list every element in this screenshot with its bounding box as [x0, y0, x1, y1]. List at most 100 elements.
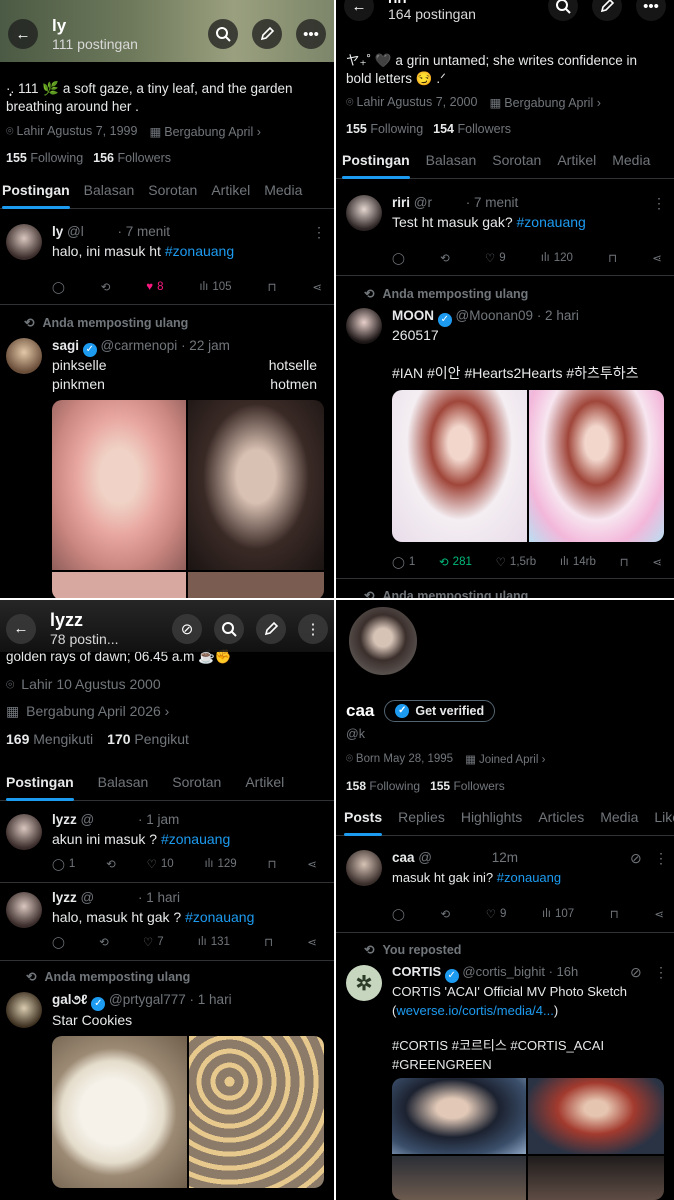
- more-button[interactable]: •••: [636, 0, 666, 21]
- search-button[interactable]: [214, 613, 244, 644]
- get-verified-button[interactable]: ✓ Get verified: [384, 700, 496, 722]
- author-handle[interactable]: @r: [414, 195, 432, 210]
- like-button[interactable]: ♡ 7: [143, 935, 164, 949]
- grok-button[interactable]: ⊘: [172, 613, 202, 644]
- hashtag-links[interactable]: #CORTIS #코르티스 #CORTIS_ACAI #GREENGREEN: [392, 1036, 604, 1074]
- media-image[interactable]: [189, 1036, 324, 1188]
- author-name[interactable]: lyzz: [52, 812, 77, 827]
- grok-icon[interactable]: ⊘: [630, 964, 642, 981]
- views-count[interactable]: ılı 129: [205, 858, 237, 870]
- media-image[interactable]: [188, 400, 324, 570]
- followers-count[interactable]: 155 Followers: [430, 779, 505, 793]
- like-button[interactable]: ♡ 9: [485, 251, 506, 265]
- bookmark-button[interactable]: ⊓: [608, 251, 617, 265]
- author-name[interactable]: sagi: [52, 338, 79, 353]
- avatar[interactable]: [6, 814, 42, 850]
- search-button[interactable]: [208, 19, 238, 49]
- author-handle[interactable]: @cortis_bighit: [462, 964, 545, 979]
- post-media-grid[interactable]: [392, 390, 664, 542]
- tab-postingan[interactable]: Postingan: [6, 774, 74, 801]
- media-image[interactable]: [392, 1078, 526, 1154]
- media-image[interactable]: [392, 390, 527, 542]
- media-image[interactable]: [52, 572, 186, 598]
- author-name[interactable]: caa: [392, 850, 415, 865]
- views-count[interactable]: ılı 105: [199, 281, 231, 293]
- author-name[interactable]: lyzz: [52, 890, 77, 905]
- link[interactable]: weverse.io/cortis/media/4...: [396, 1003, 554, 1018]
- repost-button[interactable]: ⟲ 281: [439, 555, 472, 569]
- share-button[interactable]: ⋖: [652, 555, 662, 569]
- profile-avatar[interactable]: [346, 604, 420, 678]
- edit-button[interactable]: [592, 0, 622, 21]
- share-button[interactable]: ⋖: [652, 251, 662, 265]
- reply-button[interactable]: ◯: [52, 935, 65, 949]
- media-image[interactable]: [392, 1156, 526, 1200]
- avatar[interactable]: [346, 850, 382, 886]
- post-media-grid[interactable]: [52, 1036, 324, 1188]
- views-count[interactable]: ılı 131: [198, 936, 230, 948]
- reply-button[interactable]: ◯: [52, 280, 65, 294]
- author-name[interactable]: ly: [52, 224, 63, 239]
- author-handle[interactable]: @Moonan09: [456, 308, 534, 323]
- views-count[interactable]: ılı 120: [541, 252, 573, 264]
- tab-posts[interactable]: Posts: [344, 809, 383, 836]
- repost-button[interactable]: ⟲: [440, 907, 450, 921]
- like-button[interactable]: ♡ 10: [147, 857, 174, 871]
- media-image[interactable]: [529, 390, 664, 542]
- hashtag-link[interactable]: #zonauang: [185, 909, 254, 925]
- author-name[interactable]: gal૭ℓ: [52, 992, 88, 1007]
- repost-button[interactable]: ⟲: [99, 935, 109, 949]
- tab-replies[interactable]: Replies: [398, 809, 445, 835]
- author-name[interactable]: riri: [392, 195, 410, 210]
- tab-sorotan[interactable]: Sorotan: [148, 182, 197, 208]
- tab-balasan[interactable]: Balasan: [426, 152, 477, 178]
- share-button[interactable]: ⋖: [654, 907, 664, 921]
- media-image[interactable]: [528, 1156, 664, 1200]
- like-button[interactable]: ♡ 1,5rb: [496, 555, 537, 569]
- views-count[interactable]: ılı 14rb: [560, 556, 596, 568]
- post-menu-icon[interactable]: ⋮: [654, 964, 668, 981]
- bookmark-button[interactable]: ⊓: [620, 555, 629, 569]
- search-button[interactable]: [548, 0, 578, 21]
- hashtag-link[interactable]: #zonauang: [161, 831, 230, 847]
- hashtag-link[interactable]: #zonauang: [165, 243, 234, 259]
- tab-artikel[interactable]: Artikel: [245, 774, 284, 800]
- author-handle[interactable]: @prtygal777: [109, 992, 186, 1007]
- post-menu-icon[interactable]: ⋮: [654, 850, 668, 867]
- back-button[interactable]: ←: [344, 0, 374, 21]
- tab-artikel[interactable]: Artikel: [557, 152, 596, 178]
- post-menu-icon[interactable]: ⋮: [652, 195, 666, 212]
- avatar[interactable]: [6, 224, 42, 260]
- bookmark-button[interactable]: ⊓: [264, 935, 273, 949]
- author-name[interactable]: CORTIS: [392, 964, 441, 979]
- tab-artikel[interactable]: Artikel: [211, 182, 250, 208]
- avatar[interactable]: [6, 992, 42, 1028]
- post-menu-icon[interactable]: ⋮: [312, 224, 326, 241]
- tab-media[interactable]: Media: [600, 809, 638, 835]
- following-count[interactable]: 158 Following: [346, 779, 420, 793]
- reply-button[interactable]: ◯ 1: [52, 857, 75, 871]
- bookmark-button[interactable]: ⊓: [610, 907, 619, 921]
- avatar[interactable]: ✲: [346, 965, 382, 1001]
- more-button[interactable]: •••: [296, 19, 326, 49]
- tab-likes[interactable]: Likes: [654, 809, 674, 835]
- tab-sorotan[interactable]: Sorotan: [492, 152, 541, 178]
- media-image[interactable]: [52, 1036, 187, 1188]
- media-image[interactable]: [52, 400, 186, 570]
- followers-count[interactable]: 156 Followers: [93, 151, 171, 165]
- tab-articles[interactable]: Articles: [538, 809, 584, 835]
- followers-count[interactable]: 170 Pengikut: [107, 731, 189, 747]
- edit-button[interactable]: [252, 19, 282, 49]
- repost-button[interactable]: ⟲: [106, 857, 116, 871]
- avatar[interactable]: [6, 892, 42, 928]
- tab-balasan[interactable]: Balasan: [84, 182, 135, 208]
- following-count[interactable]: 155 Following: [346, 122, 423, 136]
- hashtag-links[interactable]: #IAN #이안 #Hearts2Hearts #하츠투하츠: [392, 364, 639, 383]
- post-media-grid[interactable]: [392, 1078, 664, 1200]
- like-button[interactable]: ♥ 8: [146, 281, 163, 293]
- hashtag-link[interactable]: #zonauang: [497, 870, 561, 885]
- following-count[interactable]: 155 Following: [6, 151, 83, 165]
- author-handle[interactable]: @carmenopi: [101, 338, 178, 353]
- repost-button[interactable]: ⟲: [101, 280, 111, 294]
- back-button[interactable]: ←: [6, 613, 36, 644]
